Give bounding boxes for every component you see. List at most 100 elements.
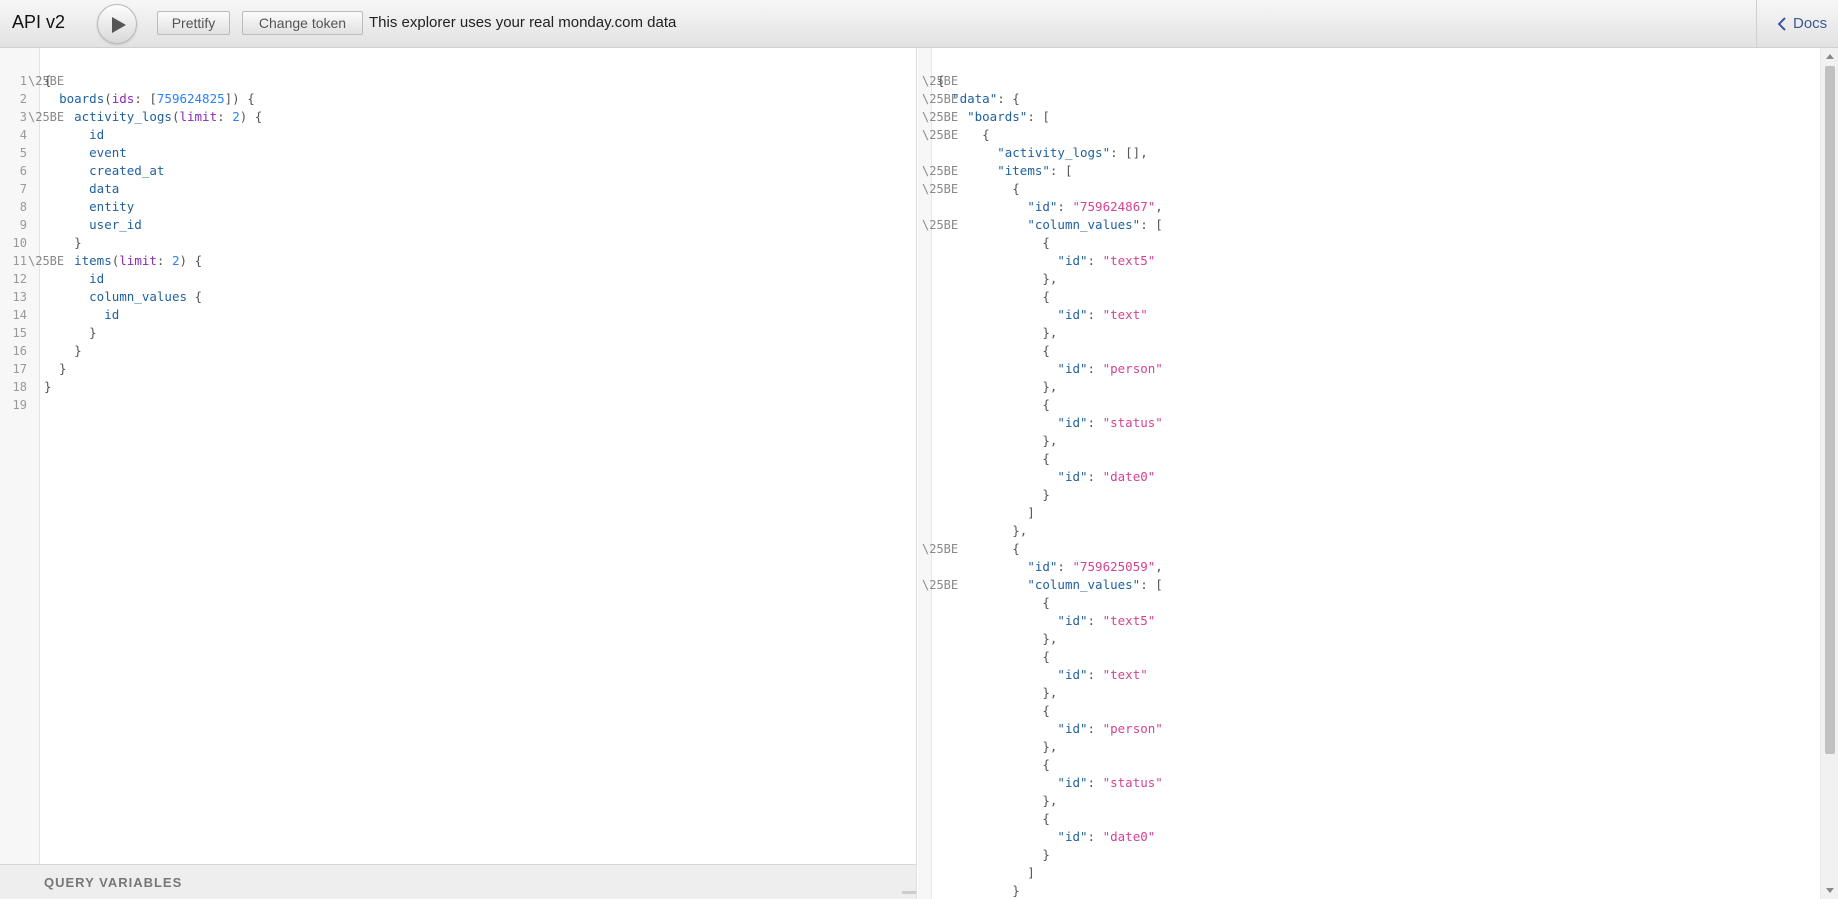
query-variables-panel[interactable]: QUERY VARIABLES [0, 864, 917, 899]
result-line: }, [937, 325, 1058, 340]
code-line[interactable]: event [44, 144, 127, 162]
code-line[interactable]: } [44, 342, 82, 360]
line-number: 1 [19, 74, 27, 88]
result-line: }, [937, 685, 1058, 700]
line-number: 4 [19, 128, 27, 142]
result-line: "id": "status" [1057, 415, 1163, 430]
docs-label: Docs [1793, 15, 1828, 32]
result-line: { [937, 541, 1020, 556]
result-line: "column_values": [ [1027, 217, 1163, 232]
line-number: 8 [19, 200, 27, 214]
toolbar: API v2 Prettify Change token This explor… [0, 0, 1838, 48]
play-icon [112, 17, 126, 33]
result-line: } [937, 847, 1050, 862]
result-line: "id": "text" [1057, 307, 1148, 322]
code-line[interactable]: data [44, 180, 119, 198]
result-line: { [937, 289, 1050, 304]
line-number: 16 [12, 344, 27, 358]
result-line: "boards": [ [967, 109, 1050, 124]
code-line[interactable]: activity_logs(limit: 2) { [44, 108, 262, 126]
code-line[interactable]: id [44, 270, 104, 288]
result-viewer: \25BE{\25BE "data": {\25BE "boards": [\2… [918, 48, 1820, 899]
docs-button[interactable]: Docs [1756, 0, 1838, 48]
line-number: 19 [12, 398, 27, 412]
prettify-button[interactable]: Prettify [157, 11, 230, 35]
result-line: "id": "person" [1057, 721, 1163, 736]
line-number: 10 [12, 236, 27, 250]
code-line[interactable]: } [44, 360, 67, 378]
line-number: 3 [19, 110, 27, 124]
result-line: "column_values": [ [1027, 577, 1163, 592]
result-line: { [937, 595, 1050, 610]
result-line: { [937, 451, 1050, 466]
result-line: }, [937, 271, 1058, 286]
code-line[interactable]: id [44, 126, 104, 144]
result-line: }, [937, 739, 1058, 754]
result-line: "id": "date0" [1057, 829, 1156, 844]
scroll-up-arrow[interactable] [1826, 54, 1834, 59]
code-line[interactable]: } [44, 378, 52, 396]
line-number: 9 [19, 218, 27, 232]
line-number: 14 [12, 308, 27, 322]
run-query-button[interactable] [97, 4, 137, 44]
result-line: }, [937, 793, 1058, 808]
result-line: { [937, 649, 1050, 664]
scroll-down-arrow[interactable] [1826, 888, 1834, 893]
scroll-thumb[interactable] [1825, 66, 1835, 754]
line-number: 2 [19, 92, 27, 106]
line-number: 13 [12, 290, 27, 304]
result-line: ] [937, 865, 1035, 880]
code-line[interactable]: { [44, 72, 52, 90]
result-line: } [937, 883, 1020, 898]
result-line: "id": "text" [1057, 667, 1148, 682]
result-line: "id": "person" [1057, 361, 1163, 376]
result-line: { [937, 235, 1050, 250]
result-line: "data": { [952, 91, 1020, 106]
line-number: 17 [12, 362, 27, 376]
result-line: }, [937, 523, 1028, 538]
result-line: { [937, 757, 1050, 772]
line-number: 5 [19, 146, 27, 160]
resize-handle[interactable] [902, 891, 916, 894]
result-scrollbar[interactable] [1820, 48, 1838, 899]
line-number: 7 [19, 182, 27, 196]
result-line: } [937, 487, 1050, 502]
result-line: { [937, 127, 990, 142]
line-number: 15 [12, 326, 27, 340]
code-line[interactable]: column_values { [44, 288, 202, 306]
line-number: 6 [19, 164, 27, 178]
line-number: 11 [12, 254, 27, 268]
result-line: { [937, 397, 1050, 412]
query-variables-label: QUERY VARIABLES [44, 875, 183, 890]
code-line[interactable]: } [44, 234, 82, 252]
code-line[interactable]: user_id [44, 216, 142, 234]
result-line: }, [937, 631, 1058, 646]
result-line: { [937, 181, 1020, 196]
query-editor[interactable]: 1 \25BE{2 boards(ids: [759624825]) {3 \25B… [0, 48, 917, 864]
result-line: ] [937, 505, 1035, 520]
result-line: { [937, 811, 1050, 826]
line-number: 18 [12, 380, 27, 394]
code-line[interactable]: items(limit: 2) { [44, 252, 202, 270]
result-line: "id": "759625059", [1027, 559, 1163, 574]
result-line: "id": "text5" [1057, 613, 1156, 628]
result-line: "activity_logs": [], [997, 145, 1148, 160]
code-line[interactable]: boards(ids: [759624825]) { [44, 90, 255, 108]
result-line: }, [937, 433, 1058, 448]
code-line[interactable]: created_at [44, 162, 164, 180]
result-line: { [937, 343, 1050, 358]
result-line: "id": "status" [1057, 775, 1163, 790]
chevron-left-icon [1777, 17, 1786, 31]
result-line: "id": "date0" [1057, 469, 1156, 484]
app-title: API v2 [12, 12, 66, 32]
result-line: "id": "759624867", [1027, 199, 1163, 214]
data-notice: This explorer uses your real monday.com … [369, 14, 677, 31]
code-line[interactable]: entity [44, 198, 134, 216]
line-number: 12 [12, 272, 27, 286]
result-line: { [937, 73, 945, 88]
code-line[interactable]: id [44, 306, 119, 324]
result-line: { [937, 703, 1050, 718]
change-token-button[interactable]: Change token [242, 11, 363, 35]
result-line: "items": [ [997, 163, 1073, 178]
code-line[interactable]: } [44, 324, 97, 342]
